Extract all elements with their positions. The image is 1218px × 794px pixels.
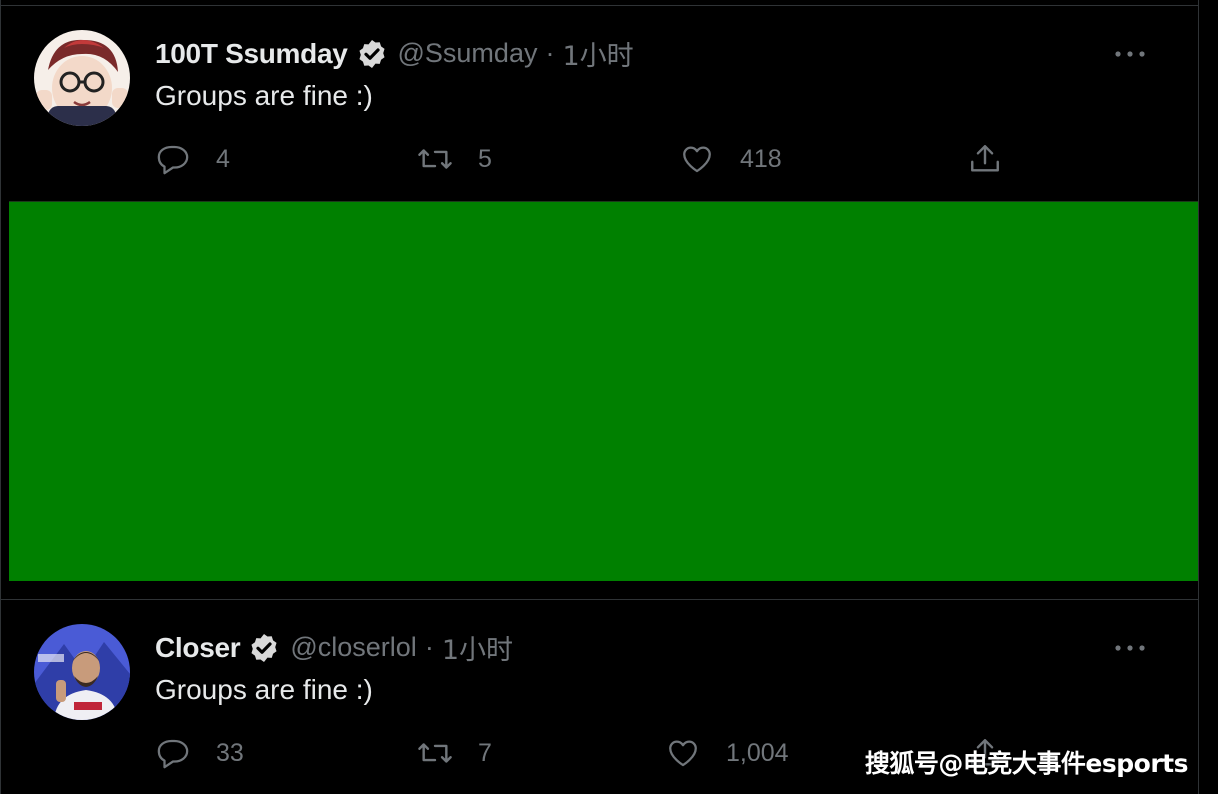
more-options-icon[interactable] [1114,46,1146,57]
handle[interactable]: @closerlol [290,632,416,663]
heart-icon [669,740,697,767]
tweet-ssumday[interactable]: 100T Ssumday @Ssumday · 1小时 Groups are f… [0,0,1198,599]
display-name[interactable]: 100T Ssumday [155,38,348,70]
retweet-icon [418,149,452,169]
tweet-text: Groups are fine :) [155,80,373,111]
like-button[interactable]: 418 [680,142,782,176]
reply-icon [157,145,189,175]
display-name[interactable]: Closer [155,632,241,664]
reply-icon [157,739,189,769]
reply-count: 33 [216,738,244,767]
handle[interactable]: @Ssumday [398,38,538,69]
heart-icon [683,146,711,173]
separator: · [424,632,434,662]
retweet-icon [418,743,452,763]
share-icon [971,145,999,172]
tweet-media[interactable] [9,201,1198,581]
avatar[interactable] [34,624,130,720]
reply-count: 4 [216,144,230,173]
timestamp[interactable]: 1小时 [562,34,633,73]
tweet-text: Groups are fine :) [155,674,373,705]
retweet-count: 7 [478,738,492,767]
retweet-button[interactable]: 5 [416,142,492,176]
like-button[interactable]: 1,004 [666,736,789,770]
reply-button[interactable]: 33 [156,736,244,770]
verified-badge-icon [356,38,388,70]
separator: · [545,38,555,68]
watermark: 搜狐号@电竞大事件esports [864,749,1189,778]
like-count: 418 [740,144,782,173]
tweet-header: Closer @closerlol · 1小时 [155,628,513,667]
timestamp[interactable]: 1小时 [442,628,513,667]
avatar[interactable] [34,30,130,126]
like-count: 1,004 [726,738,789,767]
tweet-header: 100T Ssumday @Ssumday · 1小时 [155,34,634,73]
share-button[interactable] [968,142,1002,176]
timeline: 100T Ssumday @Ssumday · 1小时 Groups are f… [0,0,1218,794]
right-border [1198,0,1199,794]
more-options-icon[interactable] [1114,640,1146,651]
reply-button[interactable]: 4 [156,142,230,176]
retweet-button[interactable]: 7 [416,736,492,770]
retweet-count: 5 [478,144,492,173]
verified-badge-icon [248,632,280,664]
